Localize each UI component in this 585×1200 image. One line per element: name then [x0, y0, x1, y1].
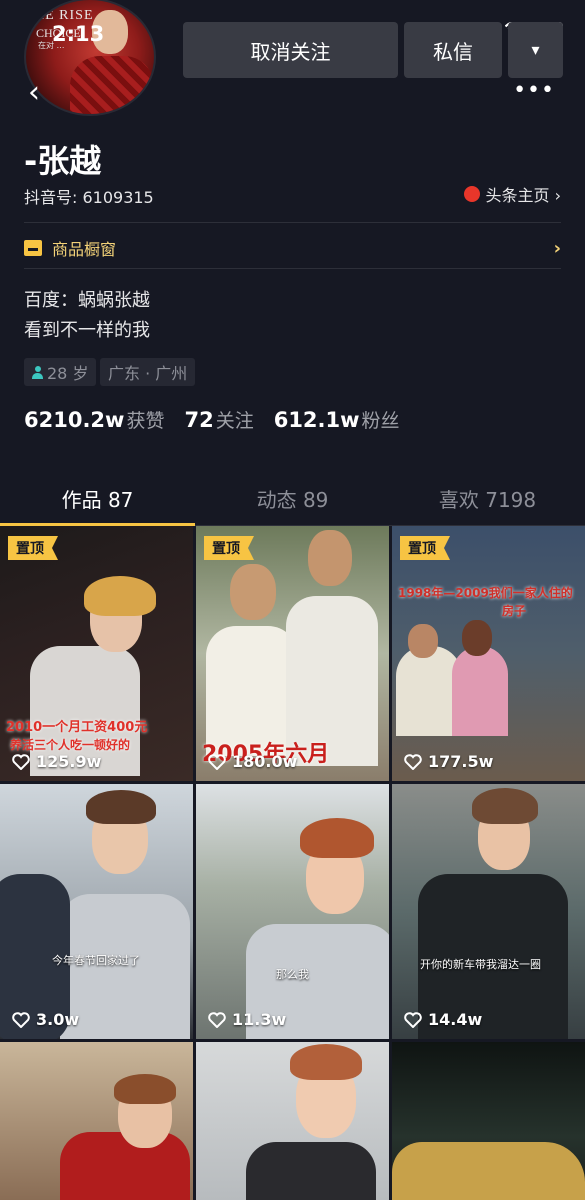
video-tile[interactable] [0, 1042, 193, 1200]
stat-followers[interactable]: 612.1w 粉丝 [274, 406, 400, 433]
video-tile[interactable]: 那么我 11.3w [196, 784, 389, 1039]
more-dropdown-button[interactable]: ▾ [508, 22, 563, 78]
toutiao-label: 头条主页 › [485, 186, 562, 205]
bio-line-2: 看到不一样的我 [24, 320, 150, 341]
content-tabs: 作品 87 动态 89 喜欢 7198 [0, 470, 585, 526]
shop-label: 商品橱窗 [52, 240, 117, 259]
video-caption: 房子 [502, 604, 527, 618]
profile-stats: 6210.2w 获赞 72 关注 612.1w 粉丝 [24, 406, 400, 433]
video-likes: 177.5w [404, 752, 493, 771]
toutiao-link[interactable]: 头条主页 › [463, 182, 562, 206]
video-caption: 开你的新车带我溜达一圈 [420, 958, 541, 971]
shop-icon [24, 240, 42, 256]
tab-activity[interactable]: 动态 89 [195, 470, 390, 525]
stat-likes[interactable]: 6210.2w 获赞 [24, 406, 164, 433]
shop-window-link[interactable]: 商品橱窗 › [24, 234, 561, 262]
heart-icon [404, 1011, 422, 1028]
heart-icon [404, 753, 422, 770]
age-tag: 28 岁 [24, 358, 97, 386]
video-caption: 1998年—2009我们一家人住的 [398, 586, 573, 600]
video-tile[interactable] [196, 1042, 389, 1200]
tab-likes[interactable]: 喜欢 7198 [390, 470, 585, 525]
video-likes: 14.4w [404, 1010, 482, 1029]
video-caption: 今年春节回家过了 [52, 954, 140, 967]
heart-icon [208, 753, 226, 770]
douyin-id: 抖音号: 6109315 [24, 188, 154, 207]
video-likes: 11.3w [208, 1010, 286, 1029]
divider [24, 268, 561, 269]
video-caption: 养活三个人吃一顿好的 [10, 738, 131, 752]
more-options-icon[interactable]: ••• [513, 78, 555, 103]
location-label: 广东 · 广州 [108, 364, 188, 383]
video-tile[interactable] [392, 1042, 585, 1200]
bio-line-1: 百度：蜗蜗张越 [24, 290, 150, 311]
video-likes: 3.0w [12, 1010, 79, 1029]
video-tile[interactable]: 置顶 1998年—2009我们一家人住的 房子 177.5w [392, 526, 585, 781]
pinned-badge: 置顶 [8, 536, 58, 560]
heart-icon [12, 753, 30, 770]
video-likes: 180.0w [208, 752, 297, 771]
message-button[interactable]: 私信 [404, 22, 502, 78]
toutiao-icon [463, 186, 480, 202]
person-icon [32, 365, 43, 379]
location-tag: 广东 · 广州 [100, 358, 196, 386]
video-tile[interactable]: 置顶 2010一个月工资400元 养活三个人吃一顿好的 125.9w [0, 526, 193, 781]
tab-works[interactable]: 作品 87 [0, 470, 195, 526]
video-tile[interactable]: 开你的新车带我溜达一圈 14.4w [392, 784, 585, 1039]
status-time: 2:13 [52, 22, 105, 46]
video-likes: 125.9w [12, 752, 101, 771]
heart-icon [208, 1011, 226, 1028]
unfollow-button[interactable]: 取消关注 [183, 22, 398, 78]
avatar-suit [70, 56, 154, 114]
video-tile[interactable]: 置顶 2005年六月 180.0w [196, 526, 389, 781]
video-caption: 那么我 [276, 968, 309, 981]
video-caption: 2010一个月工资400元 [6, 720, 148, 735]
heart-icon [12, 1011, 30, 1028]
chevron-right-icon: › [553, 237, 561, 259]
back-icon[interactable]: ‹ [28, 78, 40, 108]
avatar[interactable]: HE RISE CHOICE 在对 … [24, 0, 156, 116]
stat-following[interactable]: 72 关注 [184, 406, 253, 433]
profile-name: -张越 [24, 142, 102, 180]
divider [24, 222, 561, 223]
video-tile[interactable]: 今年春节回家过了 3.0w [0, 784, 193, 1039]
age-label: 28 岁 [47, 364, 89, 383]
pinned-badge: 置顶 [204, 536, 254, 560]
pinned-badge: 置顶 [400, 536, 450, 560]
